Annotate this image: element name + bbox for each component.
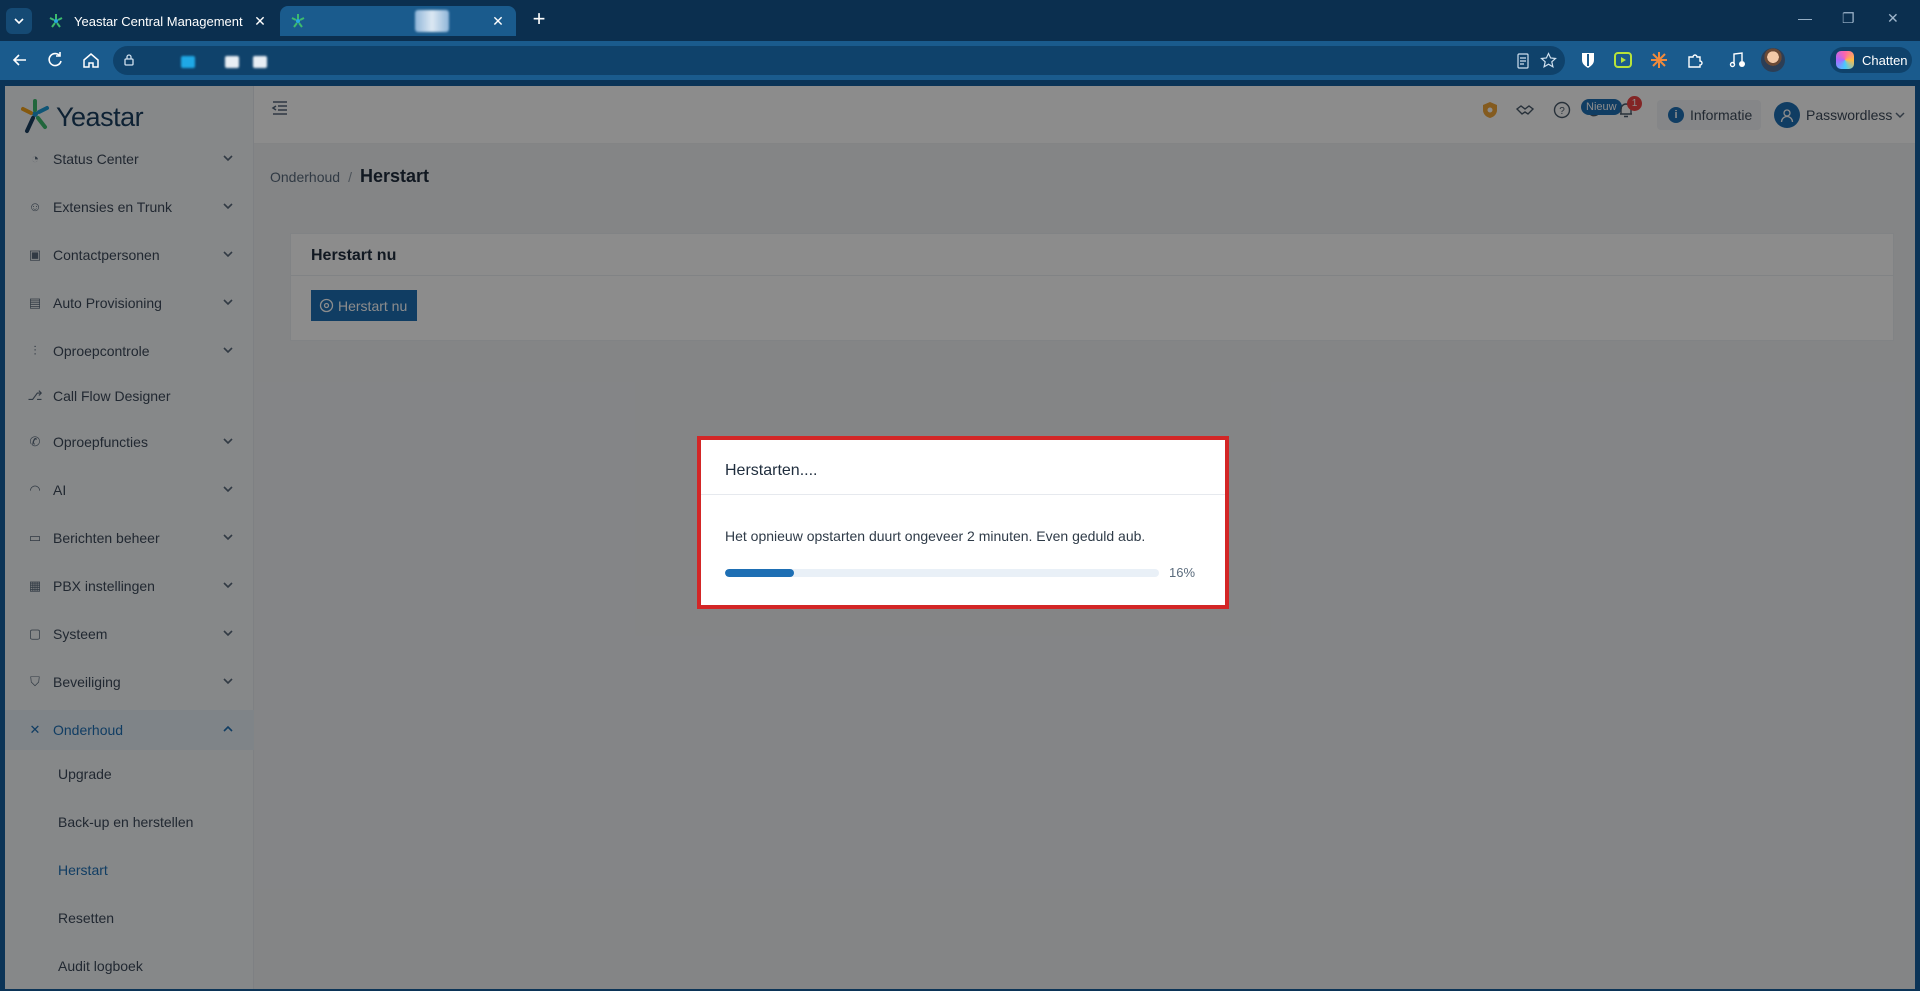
redacted-url [253,56,267,68]
minimize-icon[interactable]: — [1798,10,1812,26]
progress-fill [725,569,795,577]
progress-track [725,569,1159,577]
browser-tab-active[interactable]: ✕ [280,6,516,36]
back-icon[interactable] [9,49,31,71]
close-tab-icon[interactable]: ✕ [490,13,506,29]
close-tab-icon[interactable]: ✕ [252,13,268,29]
chevron-down-icon [14,18,24,25]
dialog-message: Het opnieuw opstarten duurt ongeveer 2 m… [725,528,1146,544]
favorite-star-icon[interactable] [1540,52,1557,69]
extension-orange-icon[interactable] [1649,50,1669,70]
extensions-puzzle-icon[interactable] [1685,50,1705,70]
bitwarden-extension-icon[interactable] [1578,50,1598,70]
restart-progress: 16% [725,565,1215,581]
restore-icon[interactable]: ❐ [1842,10,1855,27]
tab-list-button[interactable] [6,8,32,34]
url-input[interactable] [113,46,1565,75]
extension-green-icon[interactable] [1613,50,1633,70]
redacted-url [225,56,239,68]
home-icon[interactable] [80,49,102,71]
progress-percent-label: 16% [1169,565,1196,580]
application-window: Yeastar ◔ Status Center ☺ Extensies en T… [5,86,1915,989]
restarting-dialog: Herstarten.... Het opnieuw opstarten duu… [697,436,1229,609]
reader-mode-icon[interactable] [1516,53,1530,69]
media-control-icon[interactable] [1727,50,1747,70]
chat-label: Chatten [1862,52,1908,68]
profile-avatar[interactable] [1761,48,1785,72]
yeastar-favicon-icon [291,14,305,28]
refresh-icon[interactable] [44,49,66,71]
redacted-tab-title [415,10,449,32]
browser-tab-yeastar[interactable]: Yeastar Central Management ✕ [38,6,278,36]
tab-title: Yeastar Central Management [74,13,243,29]
dialog-title: Herstarten.... [701,440,1225,495]
lock-icon[interactable] [122,53,136,67]
browser-tab-bar: Yeastar Central Management ✕ ✕ + — ❐ ✕ [0,0,1920,41]
new-tab-button[interactable]: + [528,8,550,31]
copilot-chat-button[interactable]: Chatten [1830,47,1912,73]
yeastar-favicon-icon [49,14,63,28]
close-window-icon[interactable]: ✕ [1887,10,1899,27]
copilot-icon [1836,51,1854,69]
browser-address-bar: Chatten [0,41,1920,80]
redacted-url [181,56,195,68]
